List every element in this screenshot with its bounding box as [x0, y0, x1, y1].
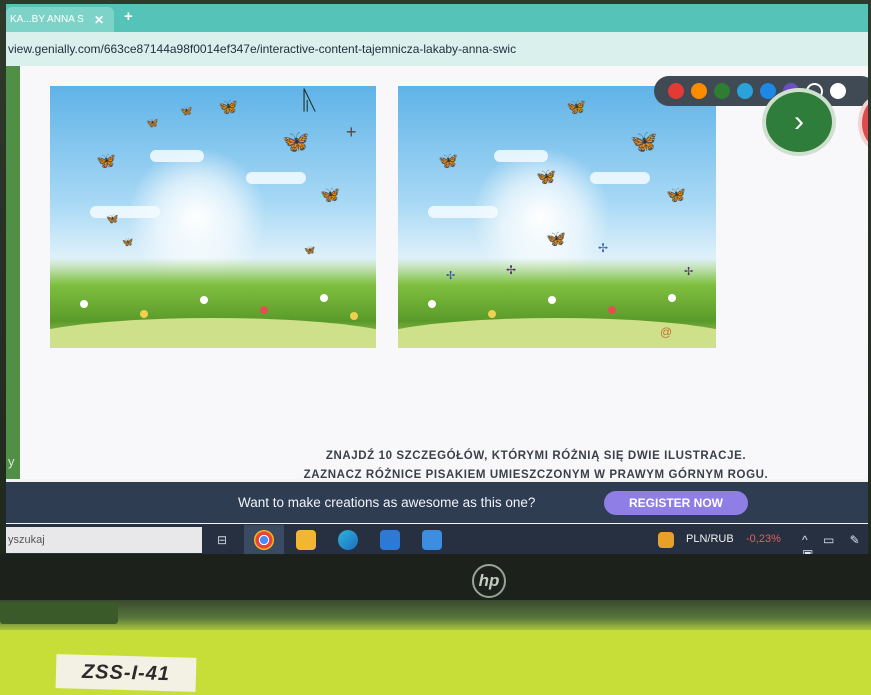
- store-icon[interactable]: [380, 530, 400, 550]
- laptop-bezel: [0, 554, 871, 600]
- butterfly-icon: 🦋: [566, 99, 586, 116]
- search-placeholder: yszukaj: [8, 534, 45, 546]
- butterfly-icon: 🦋: [666, 187, 686, 204]
- dragonfly-icon: ✢: [446, 270, 456, 282]
- asset-tag-sticker: ZSS-I-41: [55, 654, 197, 692]
- file-explorer-icon[interactable]: [296, 530, 316, 550]
- taskbar-search-input[interactable]: yszukaj: [6, 527, 202, 553]
- butterfly-icon: 🦋: [320, 187, 340, 204]
- photo-frame: KA...BY ANNA Ś ✕ + view.genially.com/663…: [0, 0, 871, 695]
- dragonfly-icon: ✢: [506, 263, 517, 277]
- dragonfly-icon: ✢: [684, 266, 694, 278]
- dragonfly-icon: ✢: [598, 241, 609, 255]
- chrome-icon[interactable]: [254, 530, 274, 550]
- cloud: [590, 172, 650, 184]
- windows-taskbar: yszukaj ⊟ PLN/RUB -0,23% ^ ▭ ✎ ▣: [6, 524, 868, 554]
- butterfly-icon: 🦋: [304, 245, 316, 255]
- left-strip-letter: y: [8, 454, 15, 469]
- cloud: [90, 206, 160, 218]
- pen-color-light-blue[interactable]: [737, 83, 753, 99]
- address-bar[interactable]: view.genially.com/663ce87144a98f0014ef34…: [6, 32, 868, 67]
- pen-color-red[interactable]: [668, 83, 684, 99]
- pen-color-orange[interactable]: [691, 83, 707, 99]
- butterfly-icon: 🦋: [282, 129, 310, 154]
- illustration-right[interactable]: 🦋 🦋 🦋 🦋 🦋 🦋 🦋 ✢ ✢ ✢ ✢ @: [398, 86, 716, 348]
- new-tab-button[interactable]: +: [124, 8, 133, 25]
- instructions: ZNAJDŹ 10 SZCZEGÓŁÓW, KTÓRYMI RÓŻNIĄ SIĘ…: [246, 447, 826, 485]
- pen-cursor-icon: +: [346, 122, 357, 142]
- next-button[interactable]: ›: [766, 92, 832, 152]
- butterfly-icon: 🦋: [96, 153, 116, 170]
- butterfly-icon: 🦋: [630, 129, 658, 154]
- flower: [488, 310, 496, 318]
- laptop-hinge: [0, 600, 871, 630]
- flower: [608, 306, 616, 314]
- hinge-cover: [0, 602, 118, 624]
- chevron-right-icon: ›: [794, 105, 804, 138]
- flower: [668, 294, 676, 302]
- flower: [548, 296, 556, 304]
- instruction-line-1: ZNAJDŹ 10 SZCZEGÓŁÓW, KTÓRYMI RÓŻNIĄ SIĘ…: [325, 450, 747, 462]
- butterfly-icon: 🦋: [546, 231, 566, 248]
- hp-logo: hp: [472, 564, 506, 598]
- butterfly-icon: 🦋: [180, 106, 193, 117]
- pen-color-green[interactable]: [714, 83, 730, 99]
- pen-stroke-mark: ᚣ: [302, 86, 318, 115]
- close-tab-icon[interactable]: ✕: [94, 13, 104, 27]
- tab-bar: KA...BY ANNA Ś ✕ +: [6, 4, 868, 32]
- url-text[interactable]: view.genially.com/663ce87144a98f0014ef34…: [8, 42, 516, 56]
- pen-color-toolbar: [654, 76, 868, 106]
- butterfly-icon: 🦋: [122, 237, 134, 247]
- flower: [200, 296, 208, 304]
- butterfly-icon: 🦋: [146, 118, 159, 129]
- task-view-icon[interactable]: ⊟: [212, 530, 232, 550]
- browser-tab[interactable]: KA...BY ANNA Ś ✕: [6, 7, 114, 32]
- pen-color-white[interactable]: [830, 83, 846, 99]
- stock-ticker-icon[interactable]: [658, 532, 674, 548]
- butterfly-icon: 🦋: [106, 214, 119, 225]
- flower: [320, 294, 328, 302]
- flower: [80, 300, 88, 308]
- snail-icon: @: [660, 325, 673, 339]
- butterfly-icon: 🦋: [536, 169, 556, 186]
- ticker-label[interactable]: PLN/RUB: [686, 533, 734, 545]
- cloud: [494, 150, 548, 162]
- system-tray-icons[interactable]: ^ ▭ ✎ ▣: [802, 533, 868, 554]
- flower: [350, 312, 358, 320]
- flower: [260, 306, 268, 314]
- illustration-left[interactable]: 🦋 🦋 🦋 🦋 🦋 🦋 🦋 🦋 🦋 ᚣ +: [50, 86, 376, 348]
- cloud: [150, 150, 204, 162]
- pen-color-blue[interactable]: [760, 83, 776, 99]
- promo-text: Want to make creations as awesome as thi…: [238, 495, 536, 510]
- hill: [50, 318, 376, 348]
- butterfly-icon: 🦋: [438, 153, 458, 170]
- ticker-value[interactable]: -0,23%: [746, 533, 781, 545]
- butterfly-icon: 🦋: [218, 99, 238, 116]
- laptop-screen: KA...BY ANNA Ś ✕ + view.genially.com/663…: [6, 4, 868, 554]
- flower: [140, 310, 148, 318]
- cloud: [428, 206, 498, 218]
- register-now-button[interactable]: REGISTER NOW: [604, 491, 748, 515]
- flower: [428, 300, 436, 308]
- tab-title: KA...BY ANNA Ś: [10, 14, 84, 25]
- cloud: [246, 172, 306, 184]
- mail-icon[interactable]: [422, 530, 442, 550]
- promo-banner: Want to make creations as awesome as thi…: [6, 482, 868, 523]
- edge-icon[interactable]: [338, 530, 358, 550]
